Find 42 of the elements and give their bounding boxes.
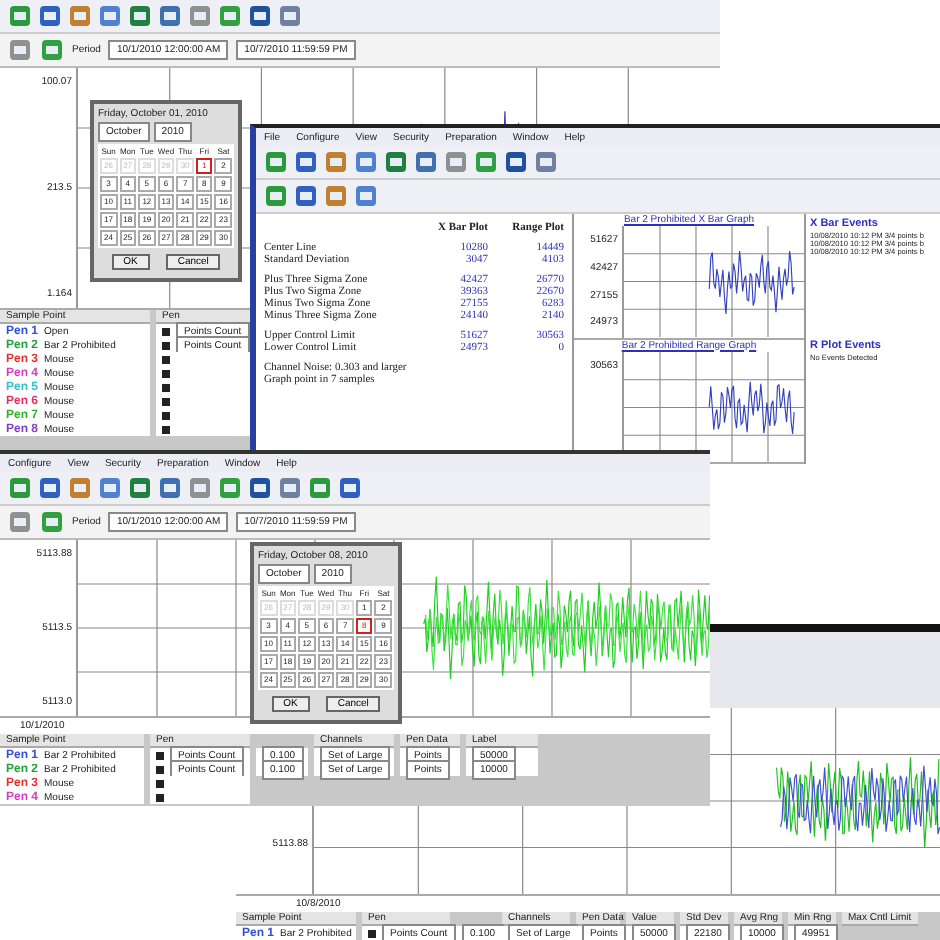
toolbar-icon[interactable] (98, 4, 122, 28)
toolbar-icon[interactable] (338, 476, 362, 500)
toolbar-icon[interactable] (218, 476, 242, 500)
toolbar-icon[interactable] (8, 4, 32, 28)
toolbar-icon[interactable] (38, 4, 62, 28)
signal-trace (708, 380, 795, 434)
toolbar-icon[interactable] (188, 4, 212, 28)
toolbar-icon[interactable] (8, 38, 32, 62)
toolbar-icon[interactable] (98, 476, 122, 500)
toolbar-icon[interactable] (38, 476, 62, 500)
toolbar-icon[interactable] (158, 4, 182, 28)
toolbar-icon[interactable] (278, 476, 302, 500)
toolbar-icon[interactable] (414, 150, 438, 174)
toolbar-icon[interactable] (474, 150, 498, 174)
toolbar-icon[interactable] (504, 150, 528, 174)
toolbar-icon[interactable] (294, 184, 318, 208)
toolbar-icon[interactable] (308, 476, 332, 500)
toolbar-icon[interactable] (324, 150, 348, 174)
toolbar-icon[interactable] (324, 184, 348, 208)
toolbar-icon[interactable] (444, 150, 468, 174)
toolbar-icon[interactable] (40, 510, 64, 534)
toolbar-icon[interactable] (8, 476, 32, 500)
toolbar-icon[interactable] (68, 4, 92, 28)
toolbar-icon[interactable] (128, 476, 152, 500)
toolbar-icon[interactable] (218, 4, 242, 28)
toolbar-icon[interactable] (40, 38, 64, 62)
toolbar-icon[interactable] (188, 476, 212, 500)
toolbar-icon[interactable] (248, 4, 272, 28)
toolbar-icon[interactable] (128, 4, 152, 28)
toolbar-icon[interactable] (294, 150, 318, 174)
toolbar-icon[interactable] (248, 476, 272, 500)
toolbar-icon[interactable] (158, 476, 182, 500)
toolbar-icon[interactable] (278, 4, 302, 28)
toolbar-icon[interactable] (8, 510, 32, 534)
toolbar-icon[interactable] (264, 150, 288, 174)
signal-trace (708, 250, 795, 315)
toolbar-icon[interactable] (68, 476, 92, 500)
toolbar-icon[interactable] (354, 184, 378, 208)
toolbar-icon[interactable] (534, 150, 558, 174)
toolbar-icon[interactable] (264, 184, 288, 208)
toolbar-icon[interactable] (354, 150, 378, 174)
toolbar-icon[interactable] (384, 150, 408, 174)
